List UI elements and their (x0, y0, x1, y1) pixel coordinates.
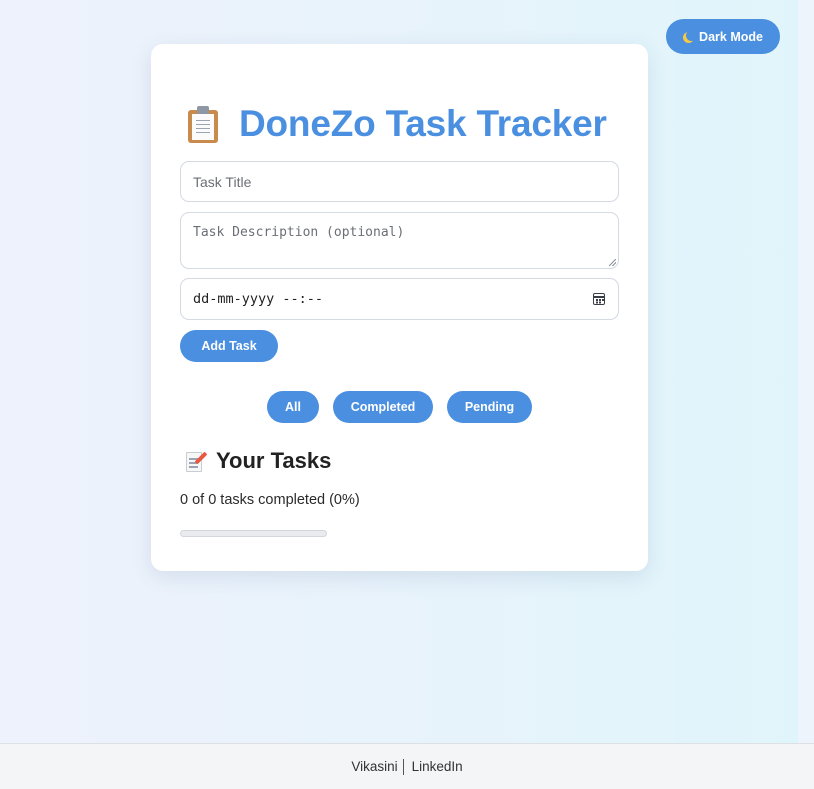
app-title: DoneZo Task Tracker (239, 103, 607, 144)
task-description-field (180, 212, 619, 269)
app-header: DoneZo Task Tracker (188, 100, 607, 148)
task-title-field (180, 161, 619, 202)
clipboard-icon (188, 105, 218, 143)
dark-mode-toggle[interactable]: Dark Mode (666, 19, 780, 54)
moon-icon (686, 30, 697, 41)
progress-bar (180, 530, 327, 537)
task-title-input[interactable] (181, 162, 618, 201)
footer-author: Vikasini (351, 759, 398, 774)
tasks-heading: Your Tasks (216, 448, 332, 473)
footer: Vikasini LinkedIn (0, 743, 814, 789)
page-edge (798, 0, 814, 743)
linkedin-link[interactable]: LinkedIn (412, 759, 463, 774)
filter-pending-button[interactable]: Pending (447, 391, 532, 423)
progress-summary: 0 of 0 tasks completed (0%) (180, 492, 360, 508)
add-task-button[interactable]: Add Task (180, 330, 278, 362)
footer-divider (402, 758, 404, 775)
due-date-input[interactable]: dd-mm-yyyy --:-- (180, 278, 619, 320)
filter-all-button[interactable]: All (267, 391, 319, 423)
filter-completed-button[interactable]: Completed (333, 391, 433, 423)
task-tracker-card: DoneZo Task Tracker dd-mm-yyyy --:-- Add… (151, 44, 648, 571)
memo-icon (186, 450, 208, 472)
dark-mode-label: Dark Mode (699, 29, 763, 44)
resize-handle-icon[interactable] (609, 259, 616, 266)
tasks-header: Your Tasks (186, 446, 331, 476)
task-description-input[interactable] (181, 213, 618, 268)
due-date-placeholder: dd-mm-yyyy --:-- (193, 291, 324, 307)
calendar-icon[interactable] (593, 293, 605, 305)
